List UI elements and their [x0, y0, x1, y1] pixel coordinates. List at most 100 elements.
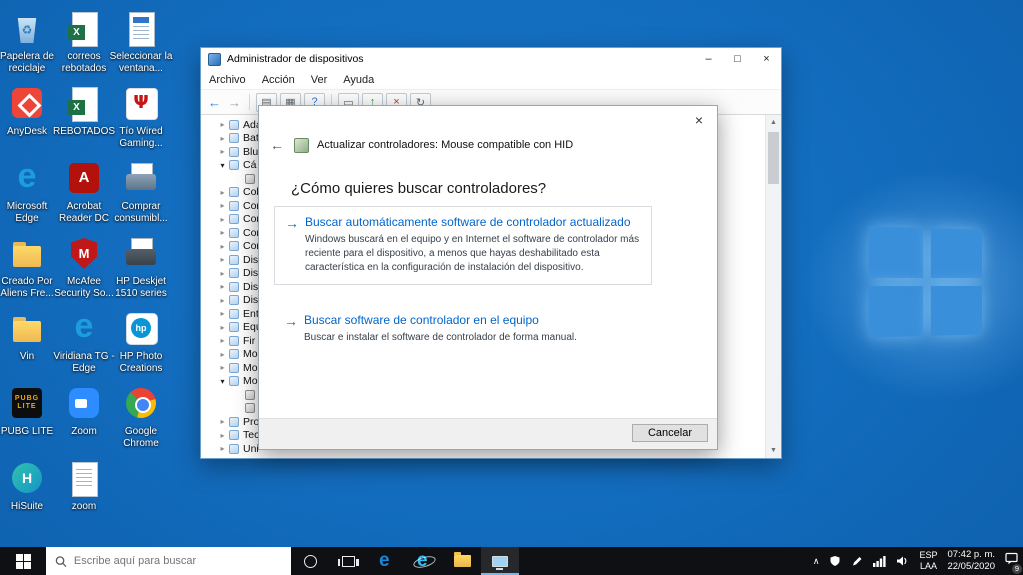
minimize-button[interactable]: – — [694, 48, 723, 70]
dialog-close-button[interactable]: × — [687, 111, 711, 129]
desktop-icon-google-chrome[interactable]: Google Chrome — [109, 385, 173, 449]
cortana-taskbar-button[interactable] — [291, 547, 329, 575]
taskbar-search[interactable] — [46, 547, 291, 575]
desktop-icon-zoom[interactable]: Zoom — [52, 385, 116, 438]
windows-ink-tray-icon[interactable] — [846, 547, 868, 575]
back-arrow-icon[interactable]: ← — [270, 137, 286, 153]
expander-icon[interactable]: ▸ — [217, 363, 228, 372]
desktop-icon-label: Papelera de reciclaje — [0, 51, 59, 74]
expander-icon[interactable]: ▸ — [217, 134, 228, 143]
mcafee-tray-icon[interactable] — [824, 547, 846, 575]
desktop-icon-seleccionar-la-ventana[interactable]: Seleccionar la ventana... — [109, 10, 173, 74]
tree-item-label: Cá — [243, 159, 256, 171]
expander-icon[interactable]: ▸ — [217, 201, 228, 210]
desktop-icon-hisuite[interactable]: HiSuite — [0, 460, 59, 513]
internet-explorer-taskbar-button[interactable] — [405, 547, 443, 575]
anydesk-icon — [7, 85, 47, 123]
expander-icon[interactable]: ▸ — [217, 323, 228, 332]
speaker-icon — [896, 555, 909, 567]
scroll-up-arrow-icon[interactable]: ▲ — [766, 115, 781, 130]
task-view-taskbar-button[interactable] — [329, 547, 367, 575]
menu-acci-n[interactable]: Acción — [254, 70, 303, 89]
desktop-icon-anydesk[interactable]: AnyDesk — [0, 85, 59, 138]
desktop-icon-viridiana-tg-edge[interactable]: Viridiana TG - Edge — [52, 310, 116, 374]
device-category-icon — [229, 417, 239, 427]
desktop-icon-rebotados[interactable]: REBOTADOS — [52, 85, 116, 138]
expander-icon[interactable]: ▸ — [217, 188, 228, 197]
expander-icon[interactable]: ▾ — [217, 377, 228, 386]
desktop-icon-correos-rebotados[interactable]: correos rebotados — [52, 10, 116, 74]
expander-icon[interactable]: ▸ — [217, 282, 228, 291]
expander-icon[interactable]: ▸ — [217, 269, 228, 278]
folder-icon — [7, 235, 47, 273]
expander-icon[interactable]: ▸ — [217, 120, 228, 129]
back-button[interactable]: ← — [206, 93, 223, 112]
expander-icon[interactable]: ▸ — [217, 336, 228, 345]
desktop-icon-hp-deskjet-1510-series[interactable]: HP Deskjet 1510 series — [109, 235, 173, 299]
desktop-icon-acrobat-reader-dc[interactable]: Acrobat Reader DC — [52, 160, 116, 224]
maximize-button[interactable]: □ — [723, 48, 752, 70]
close-button[interactable]: × — [752, 48, 781, 70]
menu-archivo[interactable]: Archivo — [201, 70, 254, 89]
start-button[interactable] — [0, 547, 46, 575]
language-indicator[interactable]: ESP LAA — [914, 547, 942, 575]
desktop-icon-t-o-wired-gaming[interactable]: Tío Wired Gaming... — [109, 85, 173, 149]
network-tray-icon[interactable] — [868, 547, 891, 575]
desktop-icon-vin[interactable]: Vin — [0, 310, 59, 363]
device-category-icon — [229, 147, 239, 157]
edge-taskbar-button[interactable] — [367, 547, 405, 575]
desktop-icon-zoom[interactable]: zoom — [52, 460, 116, 513]
clock[interactable]: 07:42 p. m. 22/05/2020 — [942, 547, 1000, 575]
chevron-up-icon: ∧ — [813, 556, 820, 567]
expander-icon[interactable]: ▸ — [217, 242, 228, 251]
desktop-icon-label: Microsoft Edge — [0, 201, 59, 224]
window-titlebar[interactable]: Administrador de dispositivos – □ × — [201, 48, 781, 70]
expander-icon[interactable]: ▸ — [217, 215, 228, 224]
menu-bar: ArchivoAcciónVerAyuda — [201, 70, 781, 90]
expander-icon[interactable]: ▸ — [217, 431, 228, 440]
expander-icon[interactable]: ▸ — [217, 296, 228, 305]
driver-icon — [294, 138, 309, 153]
device-manager-taskbar-button[interactable] — [481, 547, 519, 575]
desktop-icon-comprar-consumibl[interactable]: Comprar consumibl... — [109, 160, 173, 224]
expander-icon[interactable]: ▸ — [217, 309, 228, 318]
desktop-icon-label: Zoom — [52, 426, 116, 438]
volume-tray-icon[interactable] — [891, 547, 914, 575]
excel-file-icon — [64, 85, 104, 123]
desktop-icon-creado-por-aliens-fre[interactable]: Creado Por Aliens Fre... — [0, 235, 59, 299]
expander-icon[interactable]: ▸ — [217, 255, 228, 264]
desktop-icon-label: Google Chrome — [109, 426, 173, 449]
desktop-icon-label: AnyDesk — [0, 126, 59, 138]
expander-icon[interactable]: ▸ — [217, 228, 228, 237]
desktop-icon-papelera-de-reciclaje[interactable]: Papelera de reciclaje — [0, 10, 59, 74]
driver-search-option-2[interactable]: →Buscar software de controlador en el eq… — [274, 305, 652, 355]
device-category-icon — [229, 376, 239, 386]
expander-icon[interactable]: ▸ — [217, 444, 228, 453]
search-input[interactable] — [74, 555, 282, 567]
device-icon — [245, 390, 255, 400]
option-text: Buscar automáticamente software de contr… — [305, 215, 641, 274]
desktop-icon-pubg-lite[interactable]: PUBG LITE — [0, 385, 59, 438]
desktop-icon-hp-photo-creations[interactable]: HP Photo Creations — [109, 310, 173, 374]
menu-ayuda[interactable]: Ayuda — [335, 70, 382, 89]
scroll-down-arrow-icon[interactable]: ▼ — [766, 443, 781, 458]
menu-ver[interactable]: Ver — [303, 70, 336, 89]
expander-icon[interactable]: ▾ — [217, 161, 228, 170]
cancel-button[interactable]: Cancelar — [632, 424, 708, 442]
scrollbar-thumb[interactable] — [768, 132, 779, 184]
expander-icon[interactable]: ▸ — [217, 417, 228, 426]
action-center-button[interactable]: 9 — [1000, 547, 1023, 575]
printer-icon — [121, 235, 161, 273]
device-manager-app-icon — [208, 53, 221, 66]
vertical-scrollbar[interactable]: ▲ ▼ — [765, 115, 781, 458]
expander-icon[interactable]: ▸ — [217, 147, 228, 156]
hidden-icons-button[interactable]: ∧ — [808, 547, 825, 575]
driver-search-option-1[interactable]: →Buscar automáticamente software de cont… — [274, 206, 652, 285]
file-explorer-taskbar-button[interactable] — [443, 547, 481, 575]
forward-button[interactable]: → — [226, 93, 243, 112]
expander-icon[interactable]: ▸ — [217, 350, 228, 359]
desktop-icon-microsoft-edge[interactable]: Microsoft Edge — [0, 160, 59, 224]
desktop-icon-label: Acrobat Reader DC — [52, 201, 116, 224]
date: 22/05/2020 — [947, 561, 995, 573]
desktop-icon-mcafee-security-so[interactable]: McAfee Security So... — [52, 235, 116, 299]
